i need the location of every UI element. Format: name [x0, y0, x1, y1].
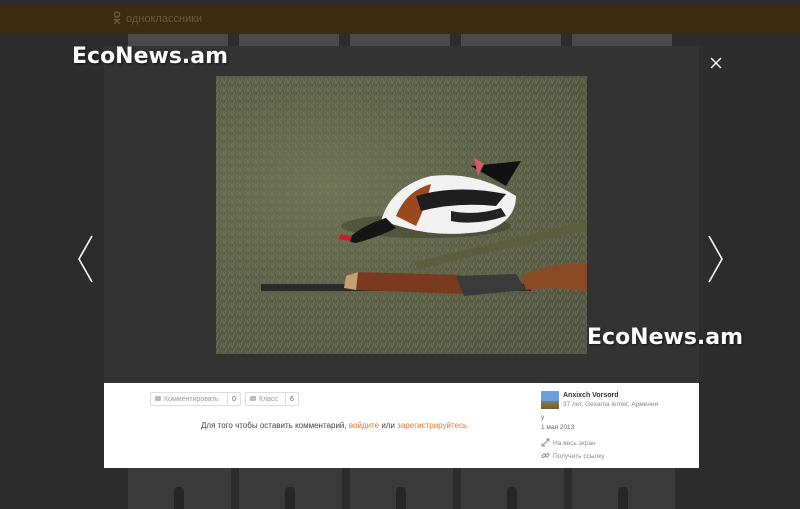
odnoklassniki-icon	[113, 11, 121, 25]
get-link-link[interactable]: Получить ссылку	[541, 451, 605, 460]
author-extra: у	[541, 414, 545, 421]
like-button[interactable]: Класс 6	[245, 392, 299, 406]
chevron-left-icon	[78, 235, 93, 283]
thumbnail	[128, 468, 231, 509]
link-icon	[541, 453, 550, 458]
thumbs-up-icon	[250, 396, 256, 401]
fullscreen-label: На весь экран	[553, 440, 596, 447]
next-photo-button[interactable]	[705, 234, 725, 284]
get-link-label: Получить ссылку	[553, 453, 605, 460]
thumbnail	[239, 34, 339, 46]
fullscreen-link[interactable]: На весь экран	[541, 438, 596, 447]
login-link[interactable]: войдите	[349, 421, 379, 430]
chevron-right-icon	[708, 235, 723, 283]
thumbnail	[461, 468, 564, 509]
photo-info-panel: Комментировать 0 Класс 6 Для того чтобы …	[104, 383, 699, 468]
comment-count: 0	[227, 393, 240, 405]
like-label: Класс	[259, 396, 279, 403]
photo-drawing	[216, 76, 587, 354]
comment-label: Комментировать	[164, 396, 219, 403]
photo[interactable]	[216, 76, 587, 354]
browser-strip	[0, 0, 800, 6]
site-header: одноклассники	[0, 0, 800, 34]
site-name: одноклассники	[126, 13, 203, 25]
thumbnail	[461, 34, 561, 46]
watermark-top: EcoNews.am	[72, 44, 229, 69]
author-avatar[interactable]	[541, 391, 559, 409]
thumbnail	[350, 468, 453, 509]
like-count: 6	[285, 393, 298, 405]
thumbnail	[572, 34, 672, 46]
comment-prompt-prefix: Для того чтобы оставить комментарий,	[201, 421, 347, 430]
comment-prompt-or: или	[381, 421, 395, 430]
thumbnail	[350, 34, 450, 46]
expand-icon	[541, 438, 550, 447]
comment-icon	[155, 396, 161, 401]
close-icon	[710, 57, 722, 69]
register-link[interactable]: зарегистрируйтесь	[397, 421, 467, 430]
thumbnail	[572, 468, 675, 509]
thumbnail	[239, 468, 342, 509]
comment-button[interactable]: Комментировать 0	[150, 392, 241, 406]
photo-date: 1 мая 2013	[541, 424, 575, 431]
photo-viewer-modal: Комментировать 0 Класс 6 Для того чтобы …	[104, 46, 699, 468]
previous-photo-button[interactable]	[76, 234, 96, 284]
close-button[interactable]	[708, 55, 724, 71]
author-name[interactable]: Anxixch Vorsord	[563, 392, 619, 399]
watermark-bottom: EcoNews.am	[587, 325, 744, 350]
comment-prompt: Для того чтобы оставить комментарий, вой…	[201, 421, 467, 430]
author-info: 37 лет, Gexama lerner, Армения	[563, 401, 659, 408]
site-logo[interactable]: одноклассники	[112, 11, 202, 25]
